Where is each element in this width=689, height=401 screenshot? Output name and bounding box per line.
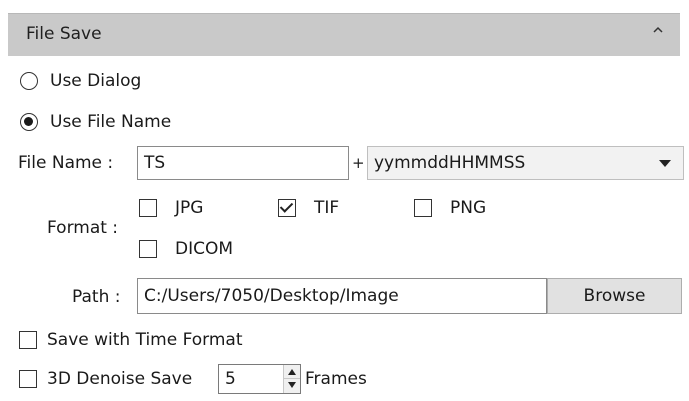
file-name-value: TS — [144, 153, 166, 173]
format-dicom-option[interactable]: DICOM — [139, 237, 233, 261]
file-name-suffix-select[interactable]: yymmddHHMMSS — [367, 146, 684, 180]
checkbox-label: 3D Denoise Save — [47, 369, 193, 389]
format-label: Format : — [47, 218, 119, 238]
radio-label: Use Dialog — [50, 71, 142, 91]
radio-button[interactable] — [20, 72, 38, 90]
format-jpg-option[interactable]: JPG — [139, 196, 203, 220]
radio-label: Use File Name — [50, 112, 172, 132]
panel-header[interactable]: File Save — [8, 13, 680, 56]
checkbox[interactable] — [414, 199, 432, 217]
radio-button[interactable] — [20, 113, 38, 131]
checkbox-label: PNG — [450, 198, 487, 218]
format-png-option[interactable]: PNG — [414, 196, 486, 220]
stepper-buttons — [283, 365, 300, 393]
frames-stepper[interactable]: 5 — [218, 364, 301, 394]
frames-label: Frames — [305, 369, 367, 389]
checkbox[interactable] — [139, 240, 157, 258]
browse-button-label: Browse — [583, 286, 646, 306]
denoise-save-option[interactable]: 3D Denoise Save — [19, 367, 192, 391]
dropdown-arrow-icon[interactable] — [659, 159, 671, 167]
suffix-selected-value: yymmddHHMMSS — [374, 153, 526, 173]
path-input[interactable]: C:/Users/7050/Desktop/Image — [137, 278, 547, 314]
file-name-label: File Name : — [18, 153, 114, 173]
plus-sign: + — [352, 154, 365, 172]
radio-use-file-name[interactable]: Use File Name — [20, 110, 171, 134]
stepper-divider — [284, 378, 300, 379]
path-value: C:/Users/7050/Desktop/Image — [144, 286, 399, 306]
browse-button[interactable]: Browse — [547, 278, 682, 314]
panel-title: File Save — [26, 24, 102, 44]
increment-icon[interactable] — [288, 369, 296, 375]
chevron-up-icon[interactable] — [652, 24, 664, 36]
file-save-panel: File Save Use Dialog Use File Name File … — [0, 0, 689, 401]
path-label: Path : — [72, 287, 121, 307]
format-tif-option[interactable]: TIF — [278, 196, 339, 220]
decrement-icon[interactable] — [288, 382, 296, 388]
checkbox-label: DICOM — [175, 239, 234, 259]
frames-value: 5 — [225, 369, 236, 389]
checkbox-label: Save with Time Format — [47, 330, 243, 350]
checkbox[interactable] — [139, 199, 157, 217]
file-name-input[interactable]: TS — [137, 146, 349, 180]
radio-use-dialog[interactable]: Use Dialog — [20, 69, 141, 93]
checkbox-label: TIF — [314, 198, 340, 218]
save-time-format-option[interactable]: Save with Time Format — [19, 328, 243, 352]
checkbox[interactable] — [19, 370, 37, 388]
checkbox[interactable] — [19, 331, 37, 349]
checkbox-label: JPG — [175, 198, 204, 218]
checkbox[interactable] — [278, 199, 296, 217]
